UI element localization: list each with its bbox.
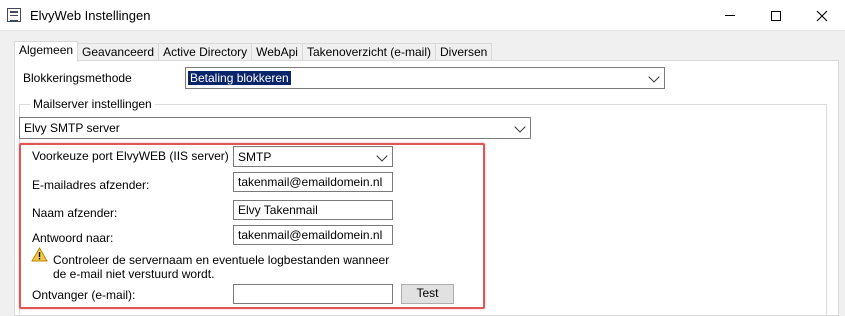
chevron-down-icon — [648, 71, 660, 83]
mailserver-group-title: Mailserver instellingen — [30, 97, 155, 111]
minimize-button[interactable] — [707, 0, 753, 31]
tab-algemeen[interactable]: Algemeen — [14, 41, 79, 62]
blocking-method-select[interactable]: Betaling blokkeren — [185, 67, 665, 89]
blocking-method-value: Betaling blokkeren — [188, 71, 291, 85]
tab-strip: Algemeen Geavanceerd Active Directory We… — [14, 41, 493, 62]
tab-panel-algemeen: Blokkeringsmethode Betaling blokkeren Ma… — [14, 60, 839, 316]
warning-text-line1: Controleer de servernaam en eventuele lo… — [53, 253, 390, 267]
maximize-button[interactable] — [753, 0, 799, 31]
close-button[interactable] — [799, 0, 845, 31]
title-bar: ElvyWeb Instellingen — [0, 0, 845, 31]
mailserver-value: Elvy SMTP server — [24, 121, 120, 135]
warning-text-line2: de e-mail niet verstuurd wordt. — [53, 267, 215, 281]
chevron-down-icon — [514, 121, 526, 133]
app-icon — [7, 8, 21, 22]
chevron-down-icon — [376, 150, 388, 162]
port-value: SMTP — [238, 150, 272, 164]
port-select[interactable]: SMTP — [233, 146, 393, 167]
tab-webapi[interactable]: WebApi — [251, 43, 303, 61]
window-title: ElvyWeb Instellingen — [30, 8, 151, 23]
close-icon — [816, 10, 828, 21]
sender-name-label: Naam afzender: — [32, 206, 118, 220]
warning-icon — [31, 247, 48, 262]
reply-to-field[interactable]: takenmail@emaildomein.nl — [233, 225, 393, 245]
sender-email-field[interactable]: takenmail@emaildomein.nl — [233, 172, 393, 192]
tab-geavanceerd[interactable]: Geavanceerd — [77, 43, 160, 61]
mailserver-select[interactable]: Elvy SMTP server — [19, 117, 531, 139]
port-label: Voorkeuze port ElvyWEB (IIS server) — [32, 149, 229, 163]
tab-takenoverzicht[interactable]: Takenoverzicht (e-mail) — [301, 43, 436, 61]
recipient-field[interactable] — [233, 284, 393, 304]
blocking-method-label: Blokkeringsmethode — [23, 71, 132, 85]
dialog-body: Algemeen Geavanceerd Active Directory We… — [0, 31, 845, 316]
reply-to-label: Antwoord naar: — [32, 231, 114, 245]
maximize-icon — [771, 10, 781, 21]
minimize-icon — [725, 15, 735, 16]
sender-email-label: E-mailadres afzender: — [32, 178, 150, 192]
test-button[interactable]: Test — [401, 284, 454, 304]
recipient-label: Ontvanger (e-mail): — [32, 288, 136, 302]
tab-active-directory[interactable]: Active Directory — [158, 43, 253, 61]
tab-diversen[interactable]: Diversen — [434, 43, 493, 61]
sender-name-field[interactable]: Elvy Takenmail — [233, 200, 393, 220]
